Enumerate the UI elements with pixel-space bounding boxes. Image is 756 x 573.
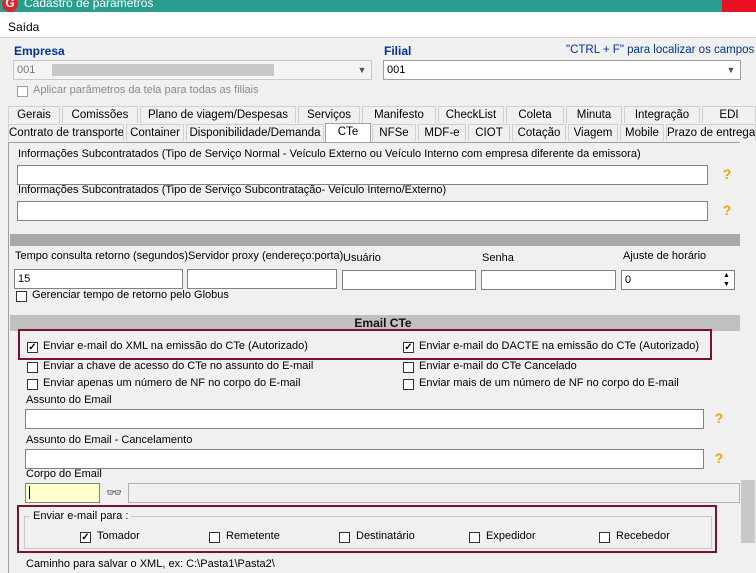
expedidor-label: Expedidor: [486, 530, 536, 542]
corpo-code-input[interactable]: [25, 483, 100, 503]
subcontratados-subcontratacao-input[interactable]: [17, 201, 708, 221]
scrollbar-thumb[interactable]: [741, 480, 755, 543]
tab-plano-viagem[interactable]: Plano de viagem/Despesas: [140, 106, 296, 123]
gerenciar-tempo-checkbox[interactable]: [16, 291, 27, 302]
filial-label: Filial: [384, 44, 412, 58]
senha-input[interactable]: [481, 270, 616, 290]
text-cursor: [29, 486, 30, 499]
enviar-mais-nf-checkbox[interactable]: [403, 379, 414, 390]
assunto-cancelamento-label: Assunto do Email - Cancelamento: [26, 434, 193, 446]
tab-coleta[interactable]: Coleta: [506, 106, 564, 123]
senha-label: Senha: [482, 252, 514, 264]
help-icon[interactable]: ?: [720, 166, 734, 182]
recebedor-checkbox[interactable]: [599, 532, 610, 543]
corpo-label: Corpo do Email: [26, 468, 102, 480]
tab-checklist[interactable]: CheckList: [438, 106, 504, 123]
enviar-apenas-nf-checkbox[interactable]: [27, 379, 38, 390]
enviar-apenas-nf-label: Enviar apenas um número de NF no corpo d…: [43, 377, 301, 389]
tab-cotacao[interactable]: Cotação: [512, 124, 566, 141]
tab-disponibilidade[interactable]: Disponibilidade/Demanda: [186, 124, 324, 141]
assunto-cancelamento-input[interactable]: [25, 449, 704, 469]
filial-select[interactable]: 001 ▼: [383, 60, 741, 80]
help-icon[interactable]: ?: [712, 410, 726, 426]
proxy-input[interactable]: [187, 269, 337, 289]
section-divider: [10, 234, 756, 246]
assunto-label: Assunto do Email: [26, 394, 112, 406]
tab-manifesto[interactable]: Manifesto: [362, 106, 436, 123]
tab-nfse[interactable]: NFSe: [372, 124, 416, 141]
spin-down-icon[interactable]: ▼: [720, 280, 733, 289]
chevron-down-icon: ▼: [726, 65, 736, 75]
proxy-label: Servidor proxy (endereço:porta): [188, 250, 344, 262]
title-bar: G Cadastro de parâmetros: [0, 0, 756, 12]
destinatario-checkbox[interactable]: [339, 532, 350, 543]
enviar-chave-label: Enviar a chave de acesso do CTe no assun…: [43, 360, 314, 372]
binoculars-search-icon[interactable]: 👓: [106, 486, 122, 500]
tab-comissoes[interactable]: Comissões: [62, 106, 138, 123]
menu-bar: Saída: [0, 12, 756, 38]
tab-integracao[interactable]: Integração: [624, 106, 700, 123]
search-hint: "CTRL + F" para localizar os campos: [566, 44, 755, 56]
enviar-cancelado-label: Enviar e-mail do CTe Cancelado: [419, 360, 577, 372]
empresa-name-redacted: [52, 64, 274, 76]
tab-gerais[interactable]: Gerais: [8, 106, 60, 123]
tab-edi[interactable]: EDI: [702, 106, 756, 123]
usuario-label: Usuário: [343, 252, 381, 264]
expedidor-checkbox[interactable]: [469, 532, 480, 543]
subcontratados-normal-input[interactable]: [17, 165, 708, 185]
assunto-input[interactable]: [25, 409, 704, 429]
destinatario-label: Destinatário: [356, 530, 415, 542]
remetente-label: Remetente: [226, 530, 280, 542]
window-title: Cadastro de parâmetros: [24, 0, 154, 10]
chevron-down-icon: ▼: [357, 65, 367, 75]
tomador-checkbox[interactable]: ✓: [80, 532, 91, 543]
menu-item-saida[interactable]: Saída: [8, 20, 39, 34]
enviar-dacte-label: Enviar e-mail do DACTE na emissão do CTe…: [419, 340, 700, 352]
corpo-description-input: [128, 483, 740, 503]
enviar-chave-checkbox[interactable]: [27, 362, 38, 373]
enviar-xml-label: Enviar e-mail do XML na emissão do CTe (…: [43, 340, 308, 352]
ajuste-horario-value: 0: [625, 274, 632, 286]
ajuste-horario-label: Ajuste de horário: [623, 250, 707, 262]
tab-minuta[interactable]: Minuta: [566, 106, 622, 123]
tab-prazo-entrega[interactable]: Prazo de entrega: [666, 124, 756, 141]
recebedor-label: Recebedor: [616, 530, 670, 542]
tab-container[interactable]: Container: [126, 124, 184, 141]
enviar-cancelado-checkbox[interactable]: [403, 362, 414, 373]
ajuste-horario-spinner[interactable]: 0 ▲ ▼: [621, 270, 735, 290]
empresa-label: Empresa: [14, 44, 65, 58]
empresa-select[interactable]: 001 ▼: [13, 60, 372, 80]
remetente-checkbox[interactable]: [209, 532, 220, 543]
tab-contrato-transporte[interactable]: Contrato de transporte: [8, 124, 124, 141]
tab-ciot[interactable]: CIOT: [468, 124, 510, 141]
usuario-input[interactable]: [342, 270, 476, 290]
tempo-consulta-value: 15: [18, 273, 31, 285]
caminho-xml-label: Caminho para salvar o XML, ex: C:\Pasta1…: [26, 558, 275, 570]
spin-up-icon[interactable]: ▲: [720, 271, 733, 280]
empresa-value: 001: [17, 64, 36, 76]
gerenciar-tempo-label: Gerenciar tempo de retorno pelo Globus: [32, 289, 229, 301]
tempo-consulta-input[interactable]: 15: [14, 269, 183, 289]
app-logo-icon: G: [2, 0, 18, 12]
help-icon[interactable]: ?: [720, 202, 734, 218]
close-button[interactable]: [722, 0, 756, 12]
tab-servicos[interactable]: Serviços: [298, 106, 360, 123]
aplicar-checkbox[interactable]: [17, 86, 28, 97]
enviar-xml-checkbox[interactable]: ✓: [27, 342, 38, 353]
vertical-scrollbar[interactable]: [740, 142, 756, 573]
help-icon[interactable]: ?: [712, 450, 726, 466]
tab-cte[interactable]: CTe: [325, 123, 371, 142]
enviar-mais-nf-label: Enviar mais de um número de NF no corpo …: [419, 377, 679, 389]
filial-value: 001: [387, 64, 406, 76]
enviar-dacte-checkbox[interactable]: ✓: [403, 342, 414, 353]
tab-mdfe[interactable]: MDF-e: [418, 124, 466, 141]
subcontratados-normal-label: Informações Subcontratados (Tipo de Serv…: [18, 148, 641, 160]
tab-mobile[interactable]: Mobile: [620, 124, 664, 141]
aplicar-label: Aplicar parâmetros da tela para todas as…: [33, 84, 259, 96]
tomador-label: Tomador: [97, 530, 140, 542]
subcontratados-subcontratacao-label: Informações Subcontratados (Tipo de Serv…: [18, 184, 447, 196]
enviar-para-label: Enviar e-mail para :: [30, 510, 132, 522]
tab-viagem[interactable]: Viagem: [568, 124, 618, 141]
tempo-consulta-label: Tempo consulta retorno (segundos): [15, 250, 189, 262]
